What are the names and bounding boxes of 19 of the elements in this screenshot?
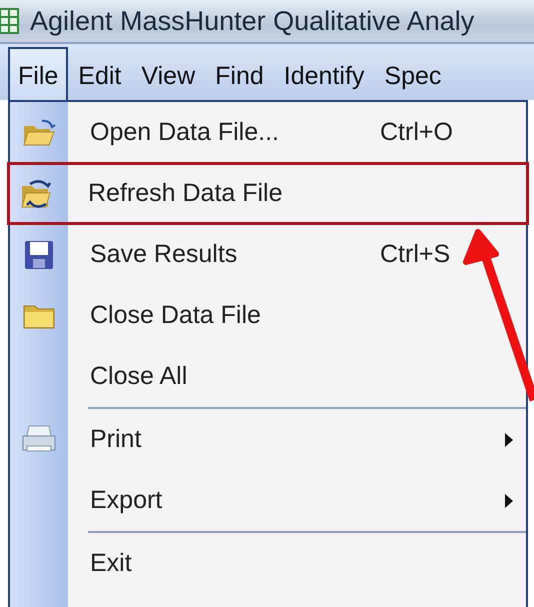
highlighted-menu-item[interactable]: Refresh Data File [8, 163, 528, 224]
window-title: Agilent MassHunter Qualitative Analy [30, 6, 474, 36]
menu-item[interactable]: Close All [10, 346, 526, 407]
menu-item[interactable]: Print [10, 409, 526, 470]
menu-bar-item[interactable]: Identify [274, 47, 374, 100]
folder-icon [23, 302, 55, 328]
menu-bar-item[interactable]: Edit [68, 47, 132, 100]
menu-item[interactable]: Open Data File... Ctrl+O [10, 102, 526, 163]
app-icon [0, 7, 20, 35]
menu-bar-item[interactable]: Spec [374, 47, 452, 100]
menu-item[interactable]: Close Data File [10, 285, 526, 346]
menu-item[interactable]: Exit [10, 533, 526, 594]
menu-bar-item[interactable]: Find [205, 47, 274, 100]
menu-item[interactable]: Export [10, 470, 526, 531]
menu-bar-item[interactable]: View [131, 47, 206, 100]
menu-bar-item[interactable]: File [8, 47, 68, 100]
menu-item[interactable]: Save Results Ctrl+S [10, 224, 526, 285]
refresh-folder-icon [20, 178, 54, 210]
open-folder-icon [22, 118, 56, 148]
